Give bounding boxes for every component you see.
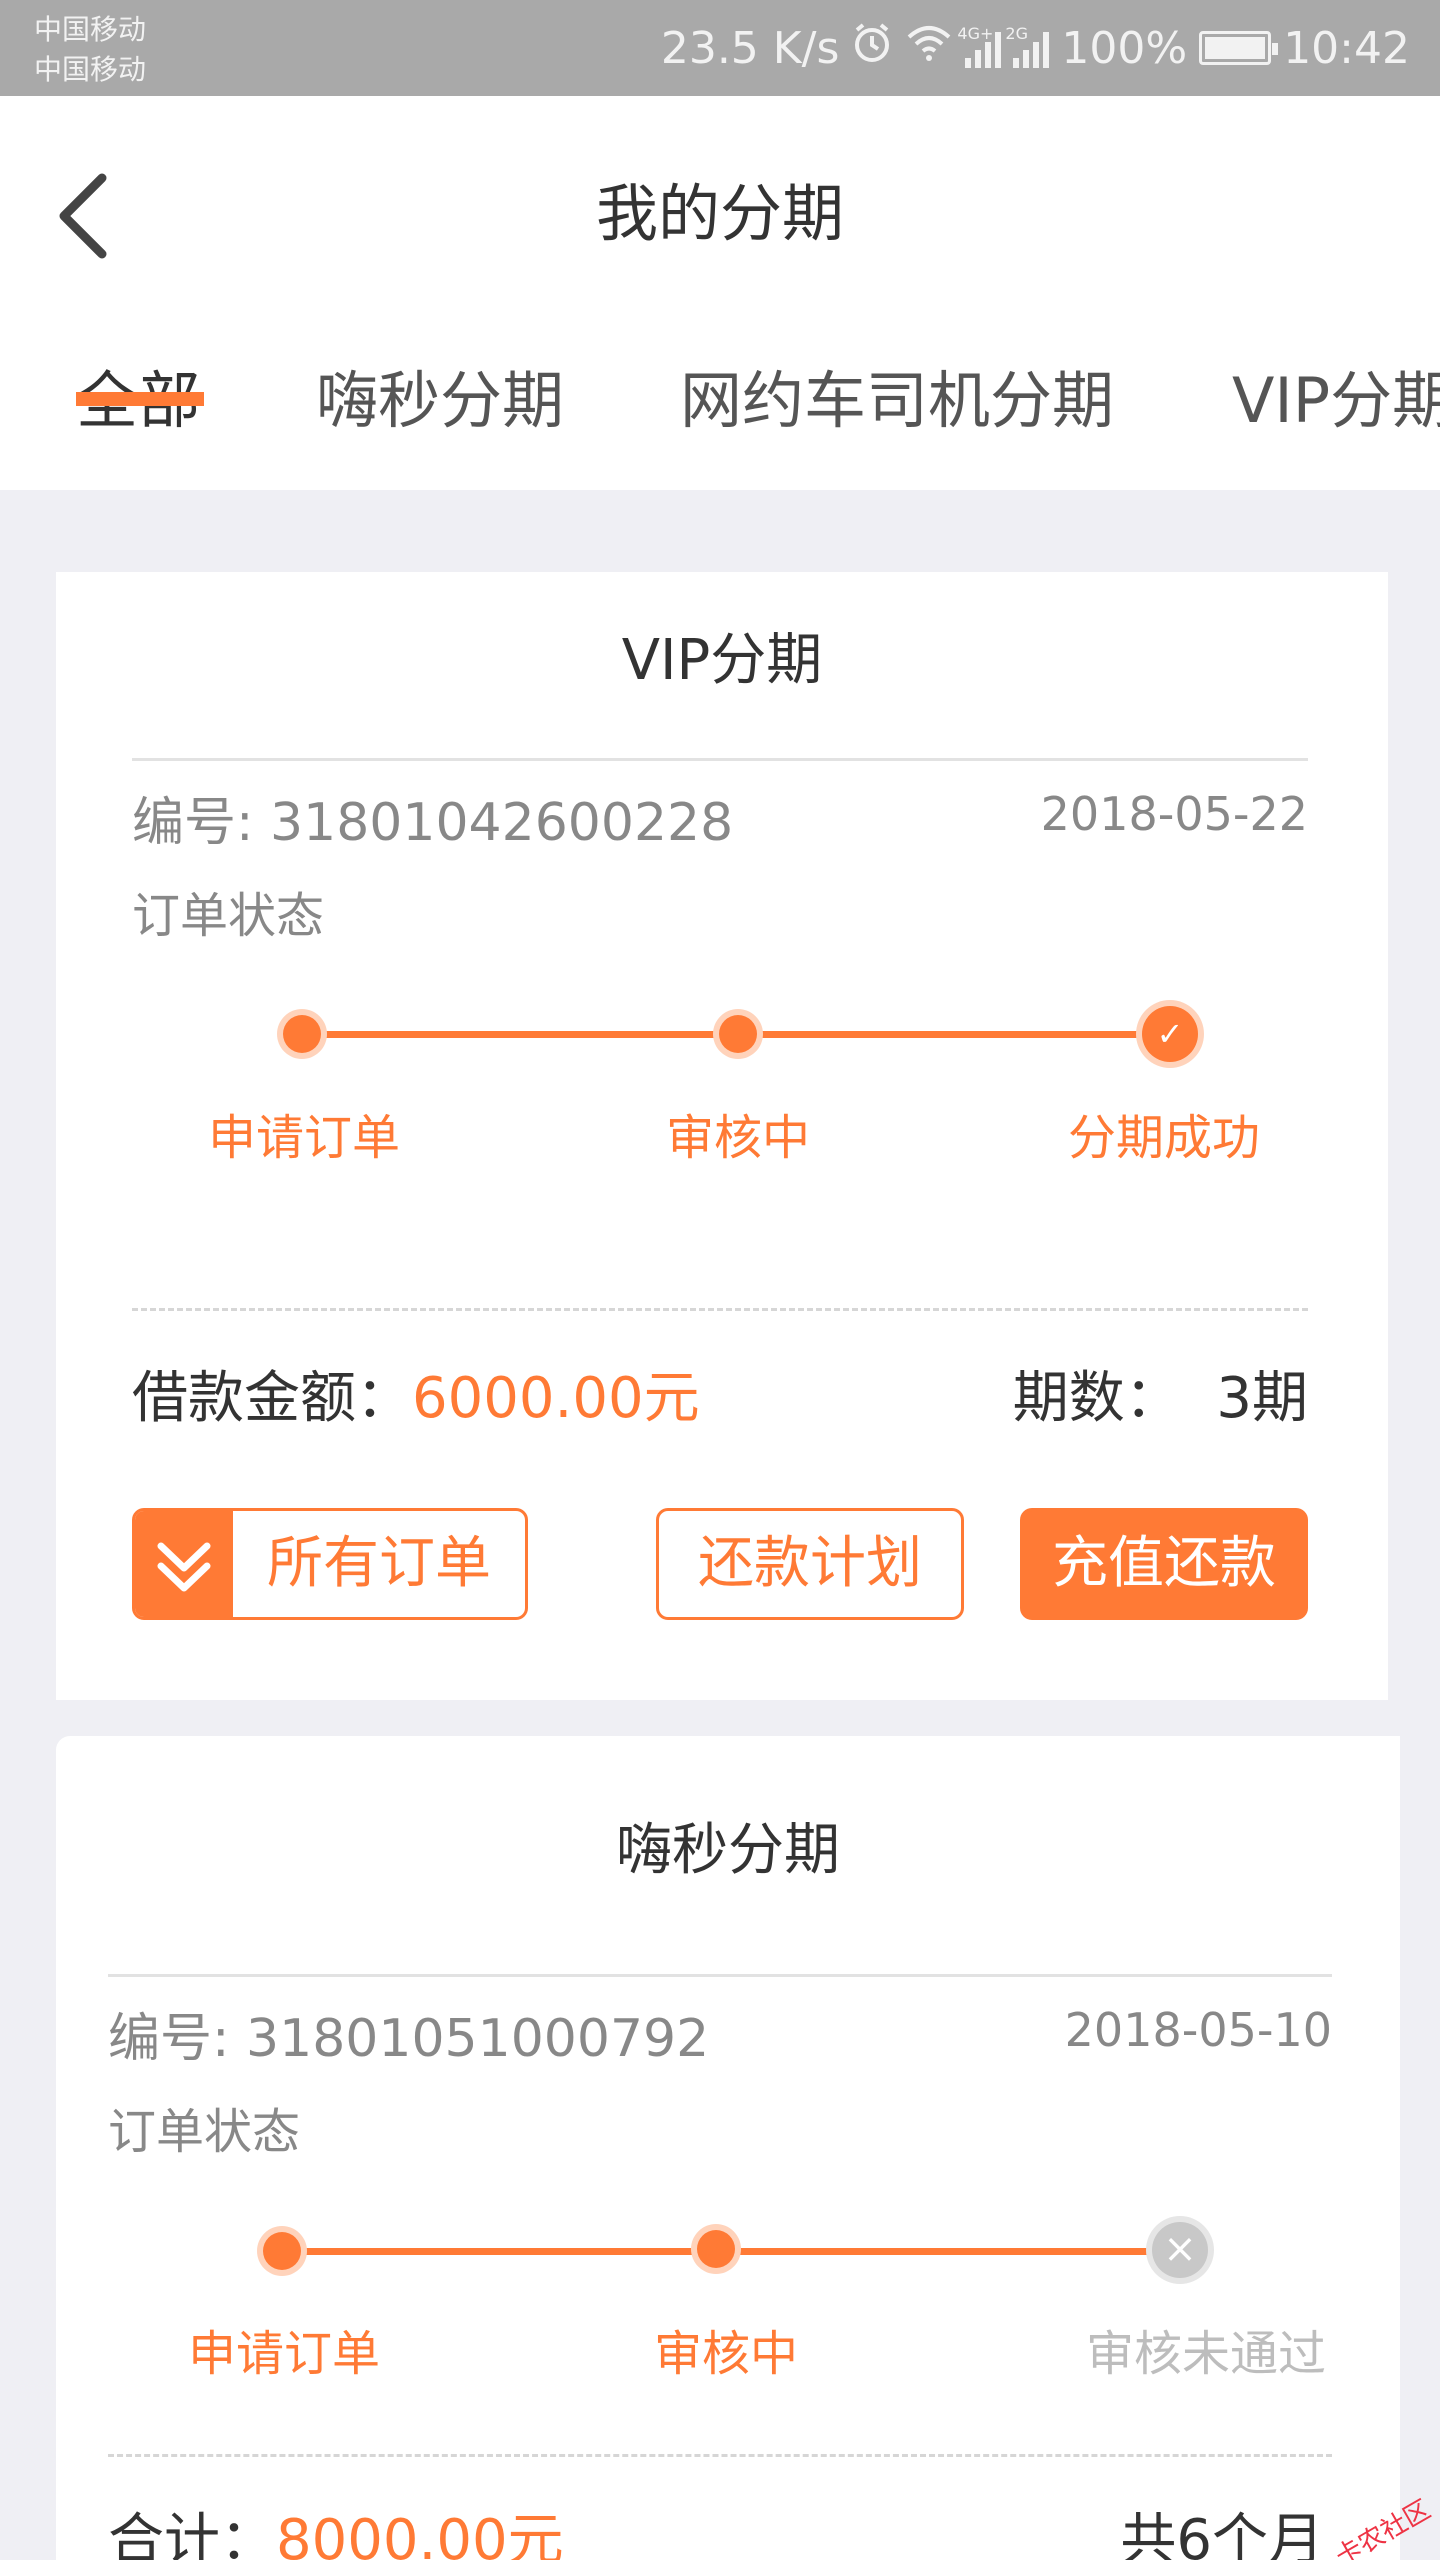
total-amount-value: 8000.00元 bbox=[276, 2508, 564, 2560]
order-card: 嗨秒分期 编号: 31801051000792 2018-05-10 订单状态 … bbox=[56, 1736, 1400, 2560]
divider bbox=[132, 758, 1308, 761]
order-type: 嗨秒分期 bbox=[616, 1818, 840, 1883]
signal-4g-icon: 4G+ bbox=[957, 24, 1002, 68]
carrier-1: 中国移动 bbox=[34, 13, 147, 46]
order-card: VIP分期 编号: 31801042600228 2018-05-22 订单状态… bbox=[56, 572, 1388, 1700]
total-amount: 合计：8000.00元 bbox=[108, 2506, 564, 2560]
period-value: 3期 bbox=[1216, 1366, 1308, 1431]
step-label-review: 审核中 bbox=[665, 1110, 810, 1166]
order-type: VIP分期 bbox=[621, 628, 823, 693]
dashed-divider bbox=[132, 1308, 1308, 1311]
signal-2g-tag: 2G bbox=[1005, 24, 1028, 43]
page-title: 我的分期 bbox=[595, 177, 844, 250]
order-status-label: 订单状态 bbox=[108, 2104, 301, 2160]
order-date: 2018-05-22 bbox=[1040, 787, 1308, 841]
tab-ride-driver[interactable]: 网约车司机分期 bbox=[680, 356, 1114, 446]
battery-icon bbox=[1199, 31, 1279, 65]
step-label-success: 分期成功 bbox=[1067, 1110, 1260, 1166]
all-orders-button[interactable]: 所有订单 bbox=[132, 1508, 528, 1620]
tab-bar: 全部 嗨秒分期 网约车司机分期 VIP分期 bbox=[0, 356, 1440, 490]
progress-track bbox=[282, 2248, 1200, 2255]
tab-active-indicator bbox=[76, 392, 204, 406]
step-dot-review bbox=[697, 2230, 735, 2268]
carrier-labels: 中国移动 中国移动 bbox=[34, 10, 146, 90]
step-label-apply: 申请订单 bbox=[207, 1110, 400, 1166]
status-icons: 23.5 K/s 4G+ 2G 100% 10:42 bbox=[661, 20, 1410, 76]
loan-amount-label: 借款金额： bbox=[132, 1366, 412, 1431]
order-number: 编号: 31801042600228 bbox=[132, 793, 734, 853]
loan-amount-value: 6000.00元 bbox=[412, 1366, 700, 1431]
all-orders-label: 所有订单 bbox=[267, 1531, 491, 1596]
step-dot-apply bbox=[283, 1015, 321, 1053]
battery-percent: 100% bbox=[1061, 22, 1188, 74]
total-amount-label: 合计： bbox=[108, 2508, 276, 2560]
step-label-rejected: 审核未通过 bbox=[1085, 2326, 1326, 2382]
status-bar: 中国移动 中国移动 23.5 K/s 4G+ 2G 100% 10:42 bbox=[0, 0, 1440, 96]
header: 我的分期 全部 嗨秒分期 网约车司机分期 VIP分期 bbox=[0, 96, 1440, 490]
check-icon: ✓ bbox=[1142, 1006, 1198, 1062]
loan-amount: 借款金额：6000.00元 bbox=[132, 1364, 700, 1434]
tab-vip[interactable]: VIP分期 bbox=[1232, 356, 1440, 446]
clock: 10:42 bbox=[1283, 22, 1410, 74]
net-speed: 23.5 K/s bbox=[660, 22, 840, 74]
step-dot-review bbox=[719, 1015, 757, 1053]
order-number: 编号: 31801051000792 bbox=[108, 2009, 710, 2069]
step-label-review: 审核中 bbox=[653, 2326, 798, 2382]
wifi-icon bbox=[905, 23, 953, 74]
alarm-icon bbox=[851, 22, 893, 75]
total-months: 共6个月 bbox=[1120, 2508, 1324, 2560]
signal-4g-tag: 4G+ bbox=[957, 24, 994, 43]
order-status-label: 订单状态 bbox=[132, 888, 325, 944]
step-label-apply: 申请订单 bbox=[187, 2326, 380, 2382]
period-label: 期数： bbox=[1012, 1366, 1181, 1431]
divider bbox=[108, 1974, 1332, 1977]
signal-2g-icon: 2G bbox=[1005, 24, 1050, 68]
repay-plan-button[interactable]: 还款计划 bbox=[656, 1508, 964, 1620]
carrier-2: 中国移动 bbox=[34, 53, 147, 86]
tab-haimiao[interactable]: 嗨秒分期 bbox=[316, 356, 564, 446]
order-date: 2018-05-10 bbox=[1064, 2003, 1332, 2057]
close-icon: × bbox=[1152, 2222, 1208, 2278]
step-dot-apply bbox=[263, 2232, 301, 2270]
installment-count: 期数： 3期 bbox=[1013, 1364, 1308, 1434]
recharge-repay-button[interactable]: 充值还款 bbox=[1020, 1508, 1308, 1620]
dashed-divider bbox=[108, 2454, 1332, 2457]
double-chevron-down-icon bbox=[135, 1511, 233, 1617]
